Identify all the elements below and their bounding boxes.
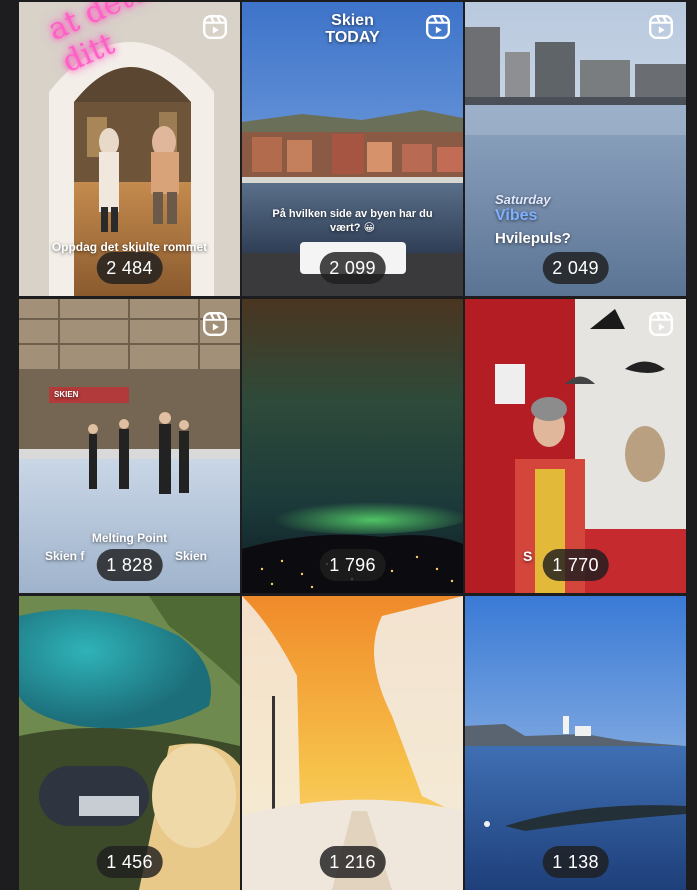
view-count-badge-3: 2 049 (542, 252, 609, 284)
post-caption-4-left: Skien f (45, 549, 85, 563)
view-count-badge-6: 1 770 (542, 549, 609, 581)
post-vibes-text: Vibes (495, 207, 538, 224)
post-tile-5[interactable]: 1 796 (242, 299, 463, 593)
view-count-badge-7: 1 456 (96, 846, 163, 878)
rink-sign-text: SKIEN (54, 390, 79, 399)
post-caption-4-right: Skien (175, 549, 208, 563)
reels-icon (648, 311, 674, 337)
post-tile-3[interactable]: Saturday Vibes Hvilepuls? 2 049 (465, 2, 686, 296)
reels-icon (202, 14, 228, 40)
post-tile-6[interactable]: S 1 770 (465, 299, 686, 593)
post-tile-7[interactable]: 1 456 (19, 596, 240, 890)
post-caption-2: På hvilken side av byen har du vært? 😀 (272, 208, 433, 234)
reels-icon (202, 311, 228, 337)
post-tile-4[interactable]: SKIEN Melting Point Skien f Skien 1 828 (19, 299, 240, 593)
view-count-badge-9: 1 138 (542, 846, 609, 878)
post-caption-3: Hvilepuls? (495, 230, 571, 247)
view-count-badge-2: 2 099 (319, 252, 386, 284)
post-tile-1[interactable]: at dette er ditt Oppdag det skjulte romm… (19, 2, 240, 296)
post-script-text: Saturday (495, 192, 551, 207)
post-tile-8[interactable]: 1 216 (242, 596, 463, 890)
post-tile-9[interactable]: 1 138 (465, 596, 686, 890)
post-caption-4-top: Melting Point (91, 531, 168, 545)
post-caption-6: S (523, 548, 533, 564)
post-tile-2[interactable]: Skien TODAY På hvilken side av byen har … (242, 2, 463, 296)
reels-icon (425, 14, 451, 40)
reels-icon (648, 14, 674, 40)
view-count-badge-1: 2 484 (96, 252, 163, 284)
view-count-badge-5: 1 796 (319, 549, 386, 581)
view-count-badge-8: 1 216 (319, 846, 386, 878)
posts-grid: at dette er ditt Oppdag det skjulte romm… (19, 2, 686, 890)
view-count-badge-4: 1 828 (96, 549, 163, 581)
